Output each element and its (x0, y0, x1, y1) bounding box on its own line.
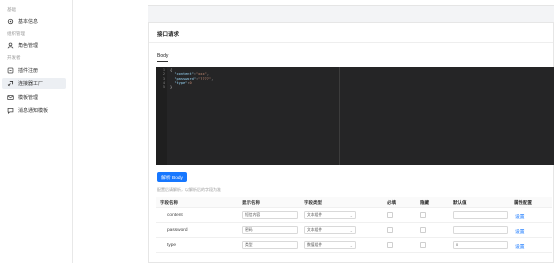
mail-icon (7, 94, 14, 101)
request-panel: 接口请求 Body 1 2 3 4 5 { "content":"xxx", "… (148, 22, 554, 263)
settings-link[interactable]: 设置 (515, 228, 525, 235)
hidden-checkbox[interactable] (420, 242, 426, 248)
table-row: password 密码 文本组件 ⌄ 设置 (156, 223, 552, 238)
field-type-value: 数值组件 (307, 242, 323, 247)
table-row: content 短信内容 文本组件 ⌄ 设置 (156, 208, 552, 223)
chevron-down-icon: ⌄ (349, 213, 353, 218)
hidden-checkbox[interactable] (420, 212, 426, 218)
field-name: content (167, 213, 183, 218)
hint-text: 配置后请解析，以解析后的字段为准 (157, 187, 221, 192)
required-checkbox[interactable] (387, 212, 393, 218)
default-value-input[interactable] (453, 211, 508, 219)
display-name-input[interactable]: 密码 (242, 226, 298, 234)
panel-title: 接口请求 (157, 32, 180, 38)
code-editor[interactable]: 1 2 3 4 5 { "content":"xxx", "password":… (156, 67, 554, 165)
user-icon (7, 42, 14, 49)
fields-table-header: 字段名称 显示名称 字段类型 必填 隐藏 默认值 属性配置 (156, 197, 552, 208)
field-type-value: 文本组件 (307, 227, 323, 232)
field-name: password (167, 228, 188, 233)
col-attributes: 属性配置 (514, 200, 532, 205)
sidebar-item-plugins[interactable]: 插件注册 (2, 65, 66, 76)
chevron-down-icon: ⌄ (349, 228, 353, 233)
sidebar-item-label: 基本信息 (18, 19, 39, 25)
previous-section-edge (148, 0, 554, 6)
sidebar: 基础 基本信息 组织管理 角色管理 开发者 插件注册 连接器工厂 模板管理 消息… (0, 0, 73, 263)
sidebar-group-org: 组织管理 (7, 31, 25, 36)
sidebar-item-label: 角色管理 (18, 43, 39, 49)
col-required: 必填 (387, 200, 396, 205)
settings-icon (7, 18, 14, 25)
tab-body[interactable]: Body (157, 53, 169, 62)
required-checkbox[interactable] (387, 227, 393, 233)
field-name: type (167, 243, 177, 248)
sidebar-item-label: 插件注册 (18, 68, 39, 74)
default-value-input[interactable]: 0 (453, 241, 508, 249)
display-name-input[interactable]: 类型 (242, 241, 298, 249)
chevron-down-icon: ⌄ (349, 243, 353, 248)
panel-header: 接口请求 (149, 23, 553, 43)
sidebar-item-roles[interactable]: 角色管理 (2, 40, 66, 51)
sidebar-item-basic-info[interactable]: 基本信息 (2, 16, 66, 27)
code-line: "type":0 (174, 80, 192, 85)
code-line: } (170, 85, 173, 90)
sidebar-item-label: 消息通知模板 (18, 108, 49, 114)
col-display-name: 显示名称 (242, 200, 260, 205)
settings-link[interactable]: 设置 (515, 243, 525, 250)
sidebar-item-connector-factory[interactable]: 连接器工厂 (2, 78, 66, 89)
field-type-select[interactable]: 文本组件 ⌄ (304, 226, 356, 234)
line-number: 5 (162, 85, 165, 90)
editor-ruler (339, 67, 340, 165)
content-gutter (73, 0, 148, 263)
display-name-input[interactable]: 短信内容 (242, 211, 298, 219)
col-default: 默认值 (453, 200, 467, 205)
required-checkbox[interactable] (387, 242, 393, 248)
sidebar-group-basic: 基础 (7, 7, 16, 12)
sidebar-item-message-templates[interactable]: 消息通知模板 (2, 105, 66, 116)
field-type-select[interactable]: 数值组件 ⌄ (304, 241, 356, 249)
field-type-value: 文本组件 (307, 212, 323, 217)
sidebar-item-label: 连接器工厂 (18, 81, 44, 87)
parse-body-button[interactable]: 解析 Body (157, 172, 187, 182)
col-hidden: 隐藏 (420, 200, 429, 205)
default-value-input[interactable] (453, 226, 508, 234)
table-row: type 类型 数值组件 ⌄ 0 设置 (156, 238, 552, 253)
plugin-icon (7, 67, 14, 74)
field-type-select[interactable]: 文本组件 ⌄ (304, 211, 356, 219)
message-icon (7, 107, 14, 114)
sidebar-item-label: 模板管理 (18, 95, 39, 101)
sidebar-group-dev: 开发者 (7, 55, 21, 60)
col-field-type: 字段类型 (304, 200, 322, 205)
hidden-checkbox[interactable] (420, 227, 426, 233)
sidebar-item-templates[interactable]: 模板管理 (2, 92, 66, 103)
col-field-name: 字段名称 (160, 200, 178, 205)
link-icon (7, 80, 14, 87)
settings-link[interactable]: 设置 (515, 213, 525, 220)
editor-gutter: 1 2 3 4 5 (156, 67, 167, 165)
